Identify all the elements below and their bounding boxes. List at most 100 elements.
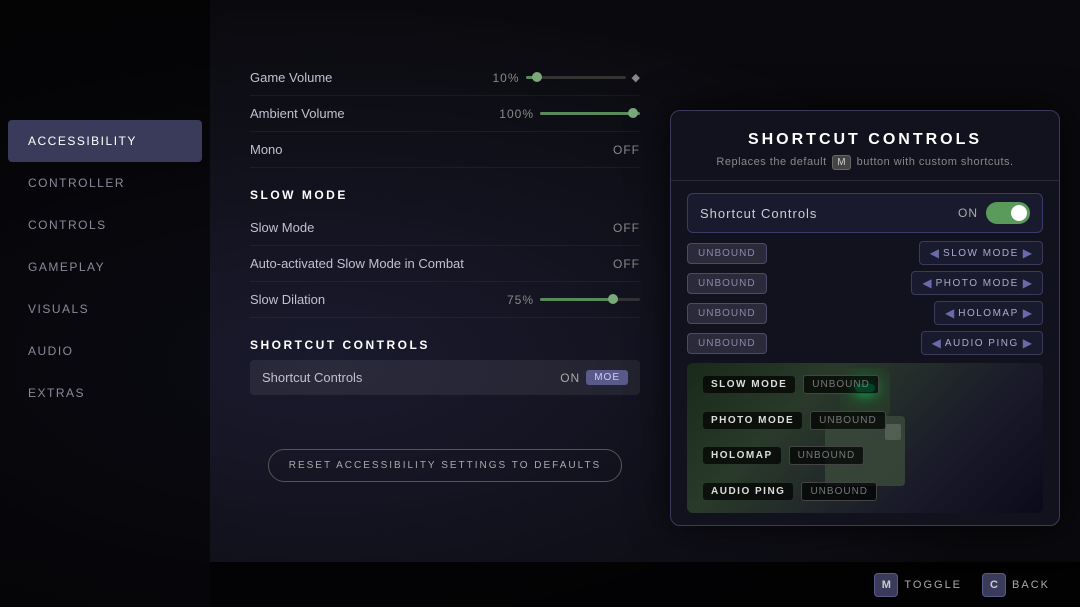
preview-labels: SLOW MODE UNBOUND PHOTO MODE UNBOUND HOL…	[687, 363, 1043, 513]
slow-dilation-value: 75%	[507, 293, 534, 307]
game-volume-slider-container[interactable]: 10% ◆	[493, 71, 641, 85]
slow-dilation-thumb[interactable]	[608, 294, 618, 304]
ambient-volume-fill	[540, 112, 640, 115]
sidebar-item-visuals[interactable]: VISUALS	[0, 288, 210, 330]
preview-photo-mode-key: UNBOUND	[810, 411, 886, 430]
slow-mode-section-title: SLOW MODE	[250, 188, 640, 202]
sidebar-item-extras[interactable]: EXTRAS	[0, 372, 210, 414]
holomap-unbound[interactable]: UNBOUND	[687, 303, 767, 324]
preview-row-photo-mode: PHOTO MODE UNBOUND	[703, 411, 923, 430]
main-content: Game Volume 10% ◆ Ambient Volume 100% Mo…	[210, 0, 670, 607]
slow-dilation-label: Slow Dilation	[250, 292, 325, 307]
slow-mode-row: Slow Mode OFF	[250, 210, 640, 246]
slow-mode-action-badge[interactable]: ◀ SLOW MODE ▶	[919, 241, 1043, 265]
holomap-left-arrow: ◀	[945, 306, 954, 320]
binding-row-photo-mode[interactable]: UNBOUND ◀ PHOTO MODE ▶	[687, 271, 1043, 295]
shortcut-controls-row[interactable]: Shortcut Controls ON MOE	[250, 360, 640, 395]
ambient-volume-value: 100%	[499, 107, 534, 121]
shortcut-controls-modal: SHORTCUT CONTROLS Replaces the default M…	[670, 110, 1060, 526]
sidebar-item-controller[interactable]: CONTROLLER	[0, 162, 210, 204]
slow-mode-right-arrow: ▶	[1023, 246, 1032, 260]
preview-slow-mode-key: UNBOUND	[803, 375, 879, 394]
ambient-volume-label: Ambient Volume	[250, 106, 345, 121]
preview-row-slow-mode: SLOW MODE UNBOUND	[703, 375, 923, 394]
slow-dilation-slider-container[interactable]: 75%	[507, 293, 640, 307]
photo-mode-action-text: PHOTO MODE	[936, 278, 1019, 289]
toggle-button-label: TOGGLE	[904, 579, 962, 591]
game-volume-row: Game Volume 10% ◆	[250, 60, 640, 96]
photo-mode-unbound[interactable]: UNBOUND	[687, 273, 767, 294]
sidebar-item-controls[interactable]: CONTROLS	[0, 204, 210, 246]
toggle-knob	[1011, 205, 1027, 221]
modal-body: Shortcut Controls ON UNBOUND ◀ SLOW MODE…	[671, 181, 1059, 525]
toggle-track[interactable]	[986, 202, 1030, 224]
shortcut-controls-value-group: ON MOE	[560, 370, 628, 385]
back-button[interactable]: C BACK	[982, 573, 1050, 597]
binding-row-holomap[interactable]: UNBOUND ◀ HOLOMAP ▶	[687, 301, 1043, 325]
photo-mode-action-badge[interactable]: ◀ PHOTO MODE ▶	[911, 271, 1043, 295]
sidebar-item-audio[interactable]: AUDIO	[0, 330, 210, 372]
sidebar-item-gameplay[interactable]: GAMEPLAY	[0, 246, 210, 288]
toggle-key-icon: M	[874, 573, 898, 597]
ambient-volume-row: Ambient Volume 100%	[250, 96, 640, 132]
auto-slow-mode-label: Auto-activated Slow Mode in Combat	[250, 256, 464, 271]
game-volume-value: 10%	[493, 71, 520, 85]
preview-audio-ping-label: AUDIO PING	[703, 483, 793, 500]
auto-slow-mode-row: Auto-activated Slow Mode in Combat OFF	[250, 246, 640, 282]
sidebar-item-accessibility[interactable]: ACCESSIBILITY	[8, 120, 202, 162]
slow-mode-left-arrow: ◀	[930, 246, 939, 260]
modal-key-icon: M	[832, 155, 851, 170]
preview-photo-mode-label: PHOTO MODE	[703, 412, 802, 429]
mono-value: OFF	[613, 143, 640, 157]
photo-mode-left-arrow: ◀	[922, 276, 931, 290]
audio-ping-action-badge[interactable]: ◀ AUDIO PING ▶	[921, 331, 1043, 355]
back-button-label: BACK	[1012, 579, 1050, 591]
mono-row: Mono OFF	[250, 132, 640, 168]
game-volume-thumb[interactable]	[532, 72, 542, 82]
ambient-volume-track[interactable]	[540, 112, 640, 115]
slow-mode-value: OFF	[613, 221, 640, 235]
toggle-button[interactable]: M TOGGLE	[874, 573, 962, 597]
shortcut-controls-on-text: ON	[560, 371, 580, 385]
binding-rows: UNBOUND ◀ SLOW MODE ▶ UNBOUND ◀ PHOTO MO…	[687, 241, 1043, 355]
shortcut-controls-section-title: SHORTCUT CONTROLS	[250, 338, 640, 352]
preview-row-holomap: HOLOMAP UNBOUND	[703, 446, 923, 465]
slow-dilation-fill	[540, 298, 615, 301]
modal-toggle-row[interactable]: Shortcut Controls ON	[687, 193, 1043, 233]
preview-holomap-key: UNBOUND	[789, 446, 865, 465]
back-key-icon: C	[982, 573, 1006, 597]
modal-toggle-on-text: ON	[958, 206, 978, 220]
audio-ping-left-arrow: ◀	[932, 336, 941, 350]
preview-row-audio-ping: AUDIO PING UNBOUND	[703, 482, 923, 501]
slow-mode-unbound[interactable]: UNBOUND	[687, 243, 767, 264]
slow-dilation-track[interactable]	[540, 298, 640, 301]
slow-mode-action-text: SLOW MODE	[943, 248, 1019, 259]
modal-toggle-label: Shortcut Controls	[700, 206, 817, 221]
binding-row-slow-mode[interactable]: UNBOUND ◀ SLOW MODE ▶	[687, 241, 1043, 265]
audio-ping-right-arrow: ▶	[1023, 336, 1032, 350]
audio-ping-action-text: AUDIO PING	[945, 338, 1019, 349]
binding-row-audio-ping[interactable]: UNBOUND ◀ AUDIO PING ▶	[687, 331, 1043, 355]
holomap-action-badge[interactable]: ◀ HOLOMAP ▶	[934, 301, 1043, 325]
preview-area: SLOW MODE UNBOUND PHOTO MODE UNBOUND HOL…	[687, 363, 1043, 513]
bottom-bar: M TOGGLE C BACK	[210, 562, 1080, 607]
shortcut-controls-label: Shortcut Controls	[262, 370, 362, 385]
game-volume-track[interactable]	[526, 76, 626, 79]
slow-mode-label: Slow Mode	[250, 220, 314, 235]
sidebar: ACCESSIBILITY CONTROLLER CONTROLS GAMEPL…	[0, 0, 210, 607]
modal-title: SHORTCUT CONTROLS	[691, 131, 1039, 149]
photo-mode-right-arrow: ▶	[1023, 276, 1032, 290]
holomap-right-arrow: ▶	[1023, 306, 1032, 320]
reset-accessibility-button[interactable]: RESET ACCESSIBILITY SETTINGS TO DEFAULTS	[268, 449, 622, 482]
modal-toggle-switch[interactable]: ON	[958, 202, 1030, 224]
preview-audio-ping-key: UNBOUND	[801, 482, 877, 501]
shortcut-controls-more-badge[interactable]: MOE	[586, 370, 628, 385]
preview-slow-mode-label: SLOW MODE	[703, 376, 795, 393]
ambient-volume-thumb[interactable]	[628, 108, 638, 118]
auto-slow-mode-value: OFF	[613, 257, 640, 271]
audio-ping-unbound[interactable]: UNBOUND	[687, 333, 767, 354]
modal-subtitle: Replaces the default M button with custo…	[691, 155, 1039, 170]
slow-dilation-row: Slow Dilation 75%	[250, 282, 640, 318]
ambient-volume-slider-container[interactable]: 100%	[499, 107, 640, 121]
modal-header: SHORTCUT CONTROLS Replaces the default M…	[671, 111, 1059, 181]
